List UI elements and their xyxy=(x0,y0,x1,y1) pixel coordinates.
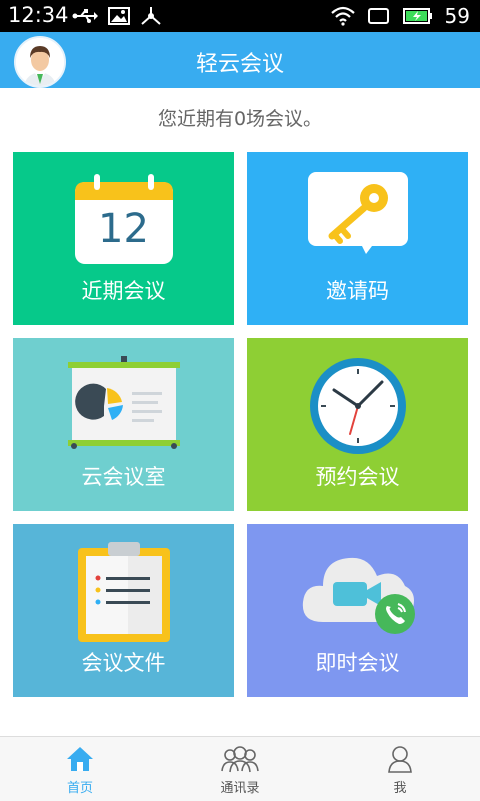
status-icons-right: 59 xyxy=(330,4,470,28)
battery-icon xyxy=(402,8,432,24)
tile-instant-meeting[interactable]: 即时会议 xyxy=(247,524,468,697)
home-icon xyxy=(67,747,93,771)
page-title: 轻云会议 xyxy=(195,52,284,77)
contacts-icon xyxy=(221,746,259,773)
presentation-board-icon xyxy=(67,356,180,456)
clipboard-icon xyxy=(77,542,170,646)
tab-home[interactable]: 首页 xyxy=(0,737,160,801)
share-icon xyxy=(141,7,161,25)
tile-label: 邀请码 xyxy=(326,279,389,303)
battery-level: 59 xyxy=(444,4,470,28)
tab-label: 首页 xyxy=(66,781,93,796)
calendar-icon: 12 xyxy=(73,174,175,270)
tile-label: 会议文件 xyxy=(81,651,166,675)
status-time: 12:34 xyxy=(8,3,69,27)
meeting-notice: 您近期有0场会议。 xyxy=(157,108,323,130)
tile-label: 云会议室 xyxy=(81,465,166,489)
key-icon xyxy=(307,172,408,258)
person-icon xyxy=(388,746,412,773)
tab-label: 我 xyxy=(393,781,407,796)
tile-schedule-meeting[interactable]: 预约会议 xyxy=(247,338,468,511)
tile-label: 近期会议 xyxy=(81,279,166,303)
tile-label: 即时会议 xyxy=(315,651,400,675)
tile-invite-code[interactable]: 邀请码 xyxy=(247,152,468,325)
usb-icon xyxy=(72,9,98,23)
wifi-icon xyxy=(330,6,355,26)
calendar-day: 12 xyxy=(98,206,149,252)
tile-cloud-room[interactable]: 云会议室 xyxy=(13,338,234,511)
window-icon xyxy=(367,8,389,24)
status-icons-left xyxy=(72,6,162,26)
tile-meeting-files[interactable]: 会议文件 xyxy=(13,524,234,697)
clock-icon xyxy=(308,356,408,460)
tab-label: 通讯录 xyxy=(220,781,260,796)
tile-recent-meetings[interactable]: 12 近期会议 xyxy=(13,152,234,325)
cloud-video-call-icon xyxy=(299,546,417,644)
tab-me[interactable]: 我 xyxy=(320,737,480,801)
tile-label: 预约会议 xyxy=(315,465,400,489)
image-icon xyxy=(108,7,130,25)
tab-contacts[interactable]: 通讯录 xyxy=(160,737,320,801)
status-bar: 12:34 59 xyxy=(0,0,480,32)
bottom-tab-bar: 首页 通讯录 我 xyxy=(0,736,480,801)
app-bar: 轻云会议 xyxy=(0,32,480,88)
